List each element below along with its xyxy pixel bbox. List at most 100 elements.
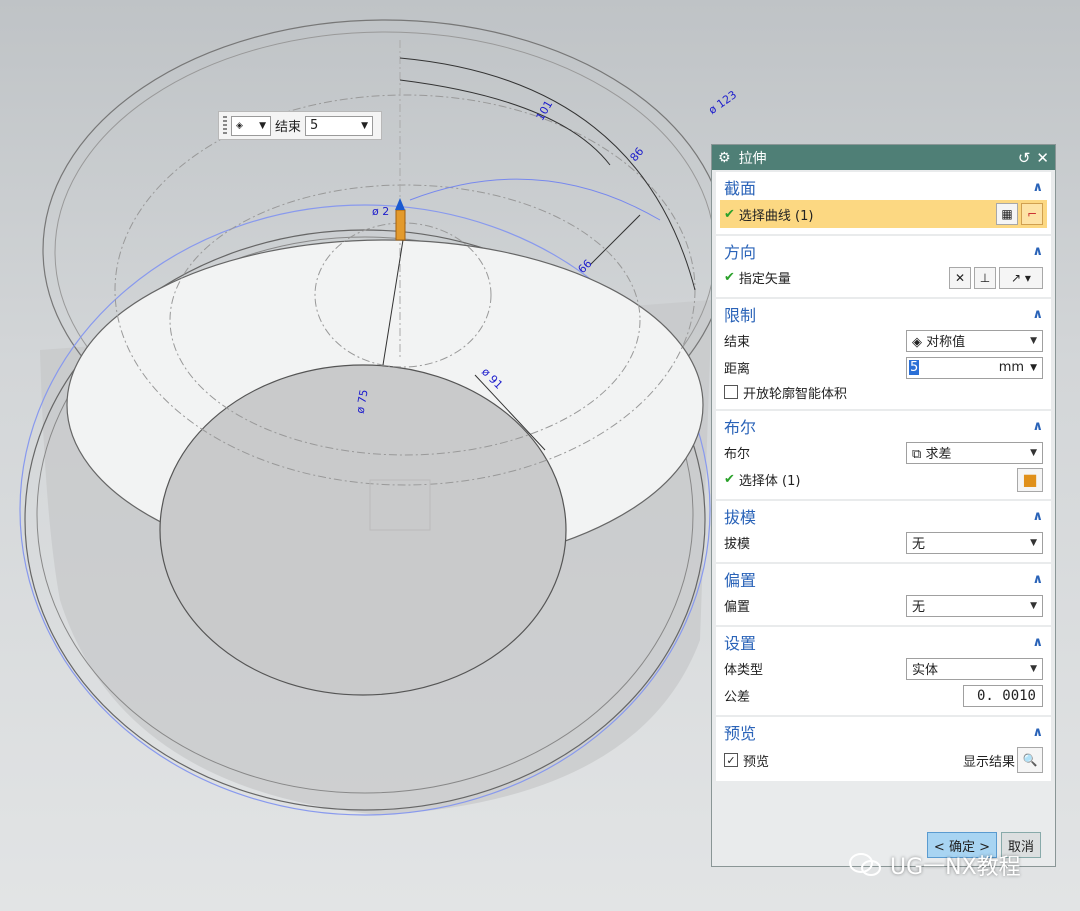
distance-input[interactable]: 5 mm ▼ [906, 356, 1043, 379]
end-label: 结束 [724, 335, 751, 350]
offset-title: 偏置 [724, 571, 757, 590]
collapse-icon[interactable]: ∧ [1032, 509, 1043, 524]
body-type-row: 体类型 实体 ▼ [724, 655, 1043, 682]
watermark-text: UG一NX教程 [890, 855, 1021, 880]
collapse-icon[interactable]: ∧ [1032, 180, 1043, 195]
chevron-down-icon: ▼ [259, 120, 266, 131]
draft-select[interactable]: 无 ▼ [906, 531, 1043, 554]
dimension-line-66 [589, 214, 641, 266]
gear-icon[interactable]: ⚙ [718, 150, 731, 166]
curve-select-icon[interactable]: ⌐ [1021, 203, 1043, 225]
boolean-label: 布尔 [724, 447, 751, 462]
close-icon[interactable]: ✕ [1036, 149, 1049, 167]
collapse-icon[interactable]: ∧ [1032, 244, 1043, 259]
end-select-value: 对称值 [926, 335, 966, 350]
reverse-direction-icon[interactable]: ✕ [949, 266, 971, 289]
watermark: UG一NX教程 [848, 849, 1021, 881]
distance-unit: mm [998, 360, 1025, 375]
draft-select-value: 无 [912, 537, 926, 552]
specify-vector-row: ✔ 指定矢量 ✕ ⊥ ↗ ▾ [724, 264, 1043, 291]
select-curve-row[interactable]: ✔ 选择曲线 (1) ▦ ⌐ [720, 200, 1047, 228]
chevron-down-icon: ▼ [1030, 663, 1037, 674]
collapse-icon[interactable]: ∧ [1032, 307, 1043, 322]
limits-section: 限制 ∧ 结束 ◈ 对称值 ▼ 距离 5 mm ▼ 开放轮廓智能体积 [716, 299, 1051, 409]
toolbar-grip[interactable] [223, 115, 227, 136]
body-type-select[interactable]: 实体 ▼ [906, 657, 1043, 680]
distance-label: 距离 [724, 362, 751, 377]
inner-bore [159, 364, 567, 696]
boolean-select-value: 求差 [925, 447, 952, 462]
offset-select[interactable]: 无 ▼ [906, 594, 1043, 617]
preview-checkbox[interactable]: ✓ [724, 753, 738, 767]
select-curve-label: 选择曲线 (1) [738, 208, 814, 224]
dimension-arc-101 [399, 79, 611, 166]
boolean-row: 布尔 ⧉ 求差 ▼ [724, 439, 1043, 466]
section-title: 截面 [724, 179, 757, 198]
chevron-down-icon: ▼ [361, 120, 369, 131]
dialog-title-bar[interactable]: ⚙ 拉伸 ↺ ✕ [712, 145, 1055, 170]
body-select-icon[interactable]: ■ [1017, 467, 1043, 492]
vector-dialog-icon[interactable]: ⊥ [974, 266, 996, 289]
chevron-down-icon: ▼ [1030, 335, 1037, 346]
end-value-input[interactable]: 5 ▼ [305, 115, 374, 136]
reset-icon[interactable]: ↺ [1018, 149, 1031, 167]
offset-header[interactable]: 偏置 ∧ [724, 566, 1043, 592]
subtract-icon: ⧉ [912, 447, 922, 462]
collapse-icon[interactable]: ∧ [1032, 635, 1043, 650]
direction-header[interactable]: 方向 ∧ [724, 238, 1043, 264]
check-icon: ✔ [724, 206, 735, 222]
floating-input-toolbar: ◈ ▼ 结束 5 ▼ [218, 111, 382, 140]
body-type-label: 体类型 [724, 663, 764, 678]
check-icon: ✔ [724, 270, 735, 285]
open-profile-label: 开放轮廓智能体积 [743, 386, 848, 402]
end-value-text: 5 [310, 118, 319, 133]
limits-header[interactable]: 限制 ∧ [724, 301, 1043, 327]
tolerance-row: 公差 0. 0010 [724, 682, 1043, 709]
direction-section: 方向 ∧ ✔ 指定矢量 ✕ ⊥ ↗ ▾ [716, 236, 1051, 297]
limits-title: 限制 [724, 306, 757, 325]
tolerance-label: 公差 [724, 690, 751, 705]
end-type-dropdown[interactable]: ◈ ▼ [231, 115, 271, 136]
end-select[interactable]: ◈ 对称值 ▼ [906, 329, 1043, 352]
vector-type-dropdown[interactable]: ↗ ▾ [999, 266, 1043, 289]
extrude-dialog: ⚙ 拉伸 ↺ ✕ 截面 ∧ ✔ 选择曲线 (1) ▦ ⌐ 方向 ∧ ✔ 指定矢量 ✕… [711, 144, 1056, 867]
boolean-select[interactable]: ⧉ 求差 ▼ [906, 441, 1043, 464]
chevron-down-icon: ▼ [1030, 600, 1037, 611]
end-row: 结束 ◈ 对称值 ▼ [724, 327, 1043, 354]
chevron-down-icon[interactable]: ▼ [1030, 363, 1037, 373]
collapse-icon[interactable]: ∧ [1032, 419, 1043, 434]
check-icon: ✔ [724, 472, 735, 487]
draft-header[interactable]: 拔模 ∧ [724, 503, 1043, 529]
boolean-header[interactable]: 布尔 ∧ [724, 413, 1043, 439]
open-profile-row: 开放轮廓智能体积 [724, 381, 1043, 403]
distance-row: 距离 5 mm ▼ [724, 354, 1043, 381]
open-profile-checkbox[interactable] [724, 385, 738, 399]
offset-section: 偏置 ∧ 偏置 无 ▼ [716, 564, 1051, 625]
draft-row: 拔模 无 ▼ [724, 529, 1043, 556]
tolerance-input[interactable]: 0. 0010 [963, 684, 1043, 707]
offset-select-value: 无 [912, 600, 926, 615]
magnifier-icon[interactable]: 🔍 [1017, 747, 1043, 773]
preview-row: ✓ 预览 显示结果 🔍 [724, 745, 1043, 775]
chevron-down-icon: ▼ [1030, 537, 1037, 548]
collapse-icon[interactable]: ∧ [1032, 572, 1043, 587]
dim-label-2[interactable]: ø 2 [372, 205, 389, 218]
section-header[interactable]: 截面 ∧ [724, 174, 1043, 200]
settings-header[interactable]: 设置 ∧ [724, 629, 1043, 655]
preview-header[interactable]: 预览 ∧ [724, 719, 1043, 745]
dialog-title: 拉伸 [738, 150, 767, 167]
preview-label: 预览 [743, 754, 770, 770]
end-label: 结束 [275, 120, 302, 135]
boolean-title: 布尔 [724, 418, 757, 437]
cube-icon: ◈ [912, 335, 922, 350]
preview-section: 预览 ∧ ✓ 预览 显示结果 🔍 [716, 717, 1051, 781]
chevron-down-icon: ▼ [1030, 447, 1037, 458]
select-body-row: ✔ 选择体 (1) ■ [724, 466, 1043, 493]
draft-title: 拔模 [724, 508, 757, 527]
select-body-label: 选择体 (1) [738, 474, 801, 489]
collapse-icon[interactable]: ∧ [1032, 725, 1043, 740]
sketch-section-icon[interactable]: ▦ [996, 203, 1018, 225]
specify-vector-label: 指定矢量 [738, 272, 791, 287]
wechat-icon [849, 853, 881, 876]
section-section: 截面 ∧ ✔ 选择曲线 (1) ▦ ⌐ [716, 172, 1051, 234]
